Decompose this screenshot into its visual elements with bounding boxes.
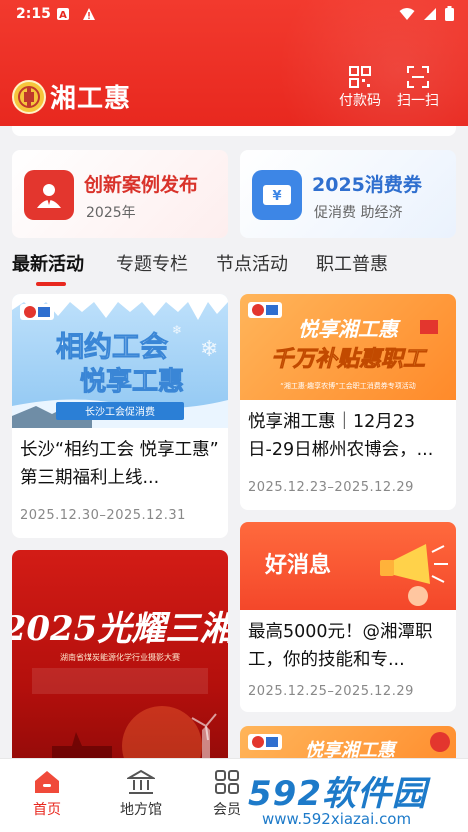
svg-text:❄: ❄ (200, 337, 218, 362)
union-emblem-icon (12, 79, 46, 114)
grid-icon (215, 770, 239, 794)
svg-text:悦享湘工惠: 悦享湘工惠 (298, 317, 401, 341)
svg-text:相约工会: 相约工会 (56, 330, 168, 363)
main-content[interactable]: 创新案例发布 2025年 ¥ 2025消费券 促消费 助经济 最新活动 专题专栏… (0, 126, 468, 758)
card-date: 2025.12.25–2025.12.29 (248, 684, 414, 699)
svg-text:悦享湘工惠: 悦享湘工惠 (305, 740, 398, 758)
activity-card[interactable]: 2025光耀三湘 湖南省煤炭能源化学行业摄影大赛 (12, 550, 228, 758)
activity-card[interactable]: 相约工会 悦享工惠 长沙工会促消费 ❄ ❄ 长沙“相约工会 悦享工惠” 第三期福… (12, 294, 228, 538)
signal-icon (424, 7, 436, 20)
card-title: 悦享湘工惠｜12月23日-29日郴州农博会，... (248, 412, 434, 460)
tab-latest-activities[interactable]: 最新活动 (12, 250, 84, 276)
svg-text:A: A (59, 10, 67, 21)
svg-text:❄: ❄ (172, 323, 182, 337)
pay-code-button[interactable]: 付款码 (330, 66, 390, 110)
banner-subtitle: 促消费 助经济 (314, 205, 403, 221)
voucher-icon: ¥ (252, 170, 302, 220)
activity-card[interactable]: 好消息 最高5000元！@湘潭职工，你的技能和专... 2025.12.25–2… (240, 522, 456, 712)
watermark-url: www.592xiazai.com (262, 810, 412, 828)
card-image: 相约工会 悦享工惠 长沙工会促消费 ❄ ❄ (12, 294, 228, 428)
svg-text:2025光耀三湘: 2025光耀三湘 (12, 609, 228, 649)
innovation-case-banner[interactable]: 创新案例发布 2025年 (12, 150, 228, 238)
svg-text:千万补贴惠职工: 千万补贴惠职工 (271, 346, 428, 372)
nav-label: 首页 (33, 802, 61, 818)
svg-text:长沙工会促消费: 长沙工会促消费 (85, 405, 155, 418)
nav-label: 会员 (213, 802, 241, 818)
card-date: 2025.12.30–2025.12.31 (20, 508, 186, 523)
svg-text:湖南省煤炭能源化学行业摄影大赛: 湖南省煤炭能源化学行业摄影大赛 (60, 652, 180, 662)
barcode-icon (349, 66, 371, 88)
nav-local-pavilion[interactable]: 地方馆 (106, 769, 176, 819)
tab-special-topics[interactable]: 专题专栏 (116, 250, 188, 276)
pay-code-label: 付款码 (339, 93, 381, 109)
svg-text:悦享工惠: 悦享工惠 (80, 366, 184, 397)
site-watermark: 592软件园 www.592xiazai.com (242, 766, 468, 832)
svg-text:¥: ¥ (272, 189, 281, 204)
card-title: 长沙“相约工会 悦享工惠” 第三期福利上线... (20, 440, 219, 488)
category-tabs: 最新活动 专题专栏 节点活动 职工普惠 (0, 250, 468, 290)
activity-card[interactable]: 悦享湘工惠 (240, 726, 456, 758)
status-icons (399, 6, 454, 21)
banner-subtitle: 2025年 (86, 205, 136, 221)
wifi-icon (399, 7, 415, 20)
card-title: 最高5000元！@湘潭职工，你的技能和专... (248, 622, 433, 670)
nav-home[interactable]: 首页 (12, 769, 82, 819)
battery-icon (445, 6, 454, 21)
active-tab-indicator (36, 282, 66, 286)
tab-worker-benefits[interactable]: 职工普惠 (316, 250, 388, 276)
warning-icon (83, 8, 95, 20)
svg-text:好消息: 好消息 (264, 552, 331, 578)
tab-node-activities[interactable]: 节点活动 (216, 250, 288, 276)
app-header: 2:15 A 湘工惠 付款码 扫一扫 (0, 0, 468, 126)
person-icon (24, 170, 74, 220)
app-name: 湘工惠 (50, 84, 132, 114)
building-icon (127, 769, 155, 794)
card-image: 2025光耀三湘 湖南省煤炭能源化学行业摄影大赛 (12, 550, 228, 758)
card-image: 好消息 (240, 522, 456, 610)
card-image: 悦享湘工惠 (240, 726, 456, 758)
banner-title: 创新案例发布 (84, 174, 199, 196)
nav-label: 地方馆 (120, 802, 162, 818)
watermark-brand: 592软件园 (248, 774, 427, 814)
consumer-voucher-banner[interactable]: ¥ 2025消费券 促消费 助经济 (240, 150, 456, 238)
activity-card[interactable]: 悦享湘工惠 千万补贴惠职工 “湘工惠·趣享农博”工会职工消费券专项活动 悦享湘工… (240, 294, 456, 510)
app-logo: 湘工惠 (12, 78, 131, 115)
scan-label: 扫一扫 (397, 93, 439, 109)
banner-title: 2025消费券 (312, 174, 422, 196)
status-time: 2:15 (16, 6, 51, 22)
home-icon (35, 771, 59, 793)
scan-button[interactable]: 扫一扫 (388, 66, 448, 110)
status-bar: 2:15 A (0, 0, 468, 30)
notification-a-icon: A (57, 8, 69, 21)
svg-text:“湘工惠·趣享农博”工会职工消费券专项活动: “湘工惠·趣享农博”工会职工消费券专项活动 (280, 381, 415, 390)
card-date: 2025.12.23–2025.12.29 (248, 480, 414, 495)
notice-strip (12, 126, 456, 136)
card-image: 悦享湘工惠 千万补贴惠职工 “湘工惠·趣享农博”工会职工消费券专项活动 (240, 294, 456, 400)
scan-icon (407, 66, 429, 88)
